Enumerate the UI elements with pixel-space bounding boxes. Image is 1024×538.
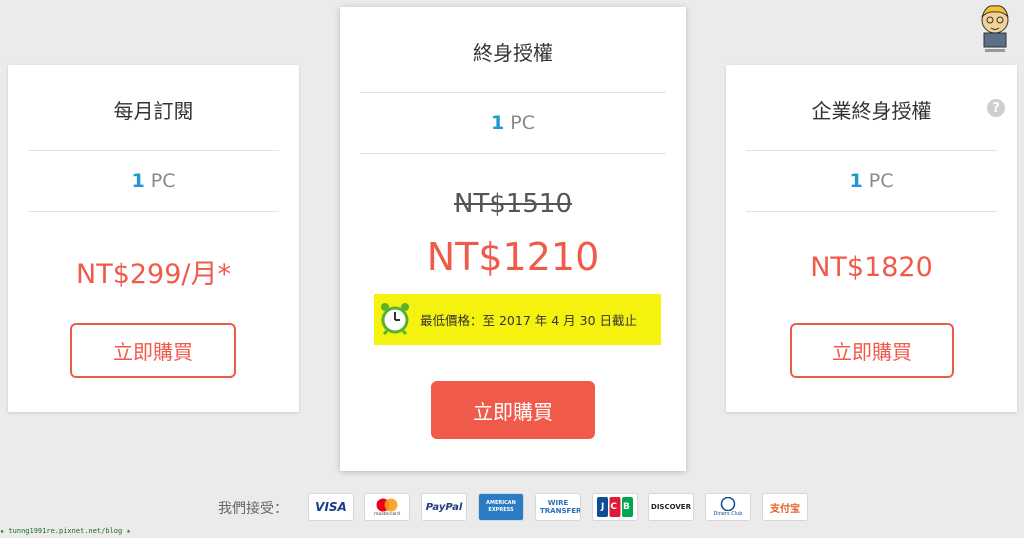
avatar [976,3,1014,55]
buy-now-button[interactable]: 立即購買 [431,381,595,439]
original-price: NT$1510 [453,189,573,219]
diners-club-icon: Diners Club [705,493,751,521]
plan-title: 終身授權 [473,41,553,65]
amex-label: AMERICAN EXPRESS [486,500,516,513]
jcb-label: JCB [601,502,636,512]
pc-count-number: 1 [491,112,505,134]
discover-label: DISCOVER [651,503,691,511]
visa-label: VISA [315,500,347,514]
help-icon[interactable]: ? [987,99,1005,117]
pc-count: 1 PC [8,170,299,192]
divider [360,153,666,154]
alipay-icon: 支付宝 [762,493,808,521]
plan-title: 每月訂閱 [113,99,194,123]
watermark: ★ tunng1991re.pixnet.net/blog ★ [0,527,131,535]
divider [28,211,279,212]
pc-unit: PC [150,170,176,192]
promo-banner: 最低價格：至 2017 年 4 月 30 日截止 [374,294,661,345]
plan-price: NT$299/月* [76,259,231,290]
plan-price: NT$1210 [426,235,600,279]
alarm-clock-icon [380,301,410,339]
paypal-icon: PayPal [421,493,467,521]
pc-count: 1 PC [726,170,1017,192]
alipay-label: 支付宝 [770,503,800,515]
plan-price: NT$1820 [810,252,933,283]
discover-icon: DISCOVER [648,493,694,521]
pc-count: 1 PC [340,112,686,134]
buy-now-button[interactable]: 立即購買 [790,323,954,378]
diners-club-label: Diners Club [713,511,743,517]
buy-now-button[interactable]: 立即購買 [70,323,236,378]
divider [28,150,279,151]
wire-transfer-icon: WIRE TRANSFER [535,493,581,521]
pc-unit: PC [510,112,535,134]
plan-card-enterprise: 企業終身授權 ? 1 PC NT$1820 立即購買 [726,65,1017,412]
plan-card-monthly: 每月訂閱 1 PC NT$299/月* 立即購買 [8,65,299,412]
mastercard-icon: mastercard [364,493,410,521]
plan-title: 企業終身授權 [811,99,932,123]
divider [746,211,997,212]
pc-count-number: 1 [131,170,145,192]
plan-card-lifetime: 終身授權 1 PC NT$1510 NT$1210 最低價格：至 2017 年 4… [340,7,686,471]
accept-label: 我們接受： [218,501,288,517]
divider [360,92,666,93]
pc-unit: PC [868,170,894,192]
wire-transfer-label: WIRE TRANSFER [540,499,581,515]
mastercard-label: mastercard [374,511,400,517]
paypal-label: PayPal [425,501,463,513]
jcb-icon: JCB [592,493,638,521]
amex-icon: AMERICAN EXPRESS [478,493,524,521]
divider [746,150,997,151]
promo-text: 最低價格：至 2017 年 4 月 30 日截止 [420,313,638,328]
visa-icon: VISA [308,493,354,521]
pc-count-number: 1 [849,170,863,192]
